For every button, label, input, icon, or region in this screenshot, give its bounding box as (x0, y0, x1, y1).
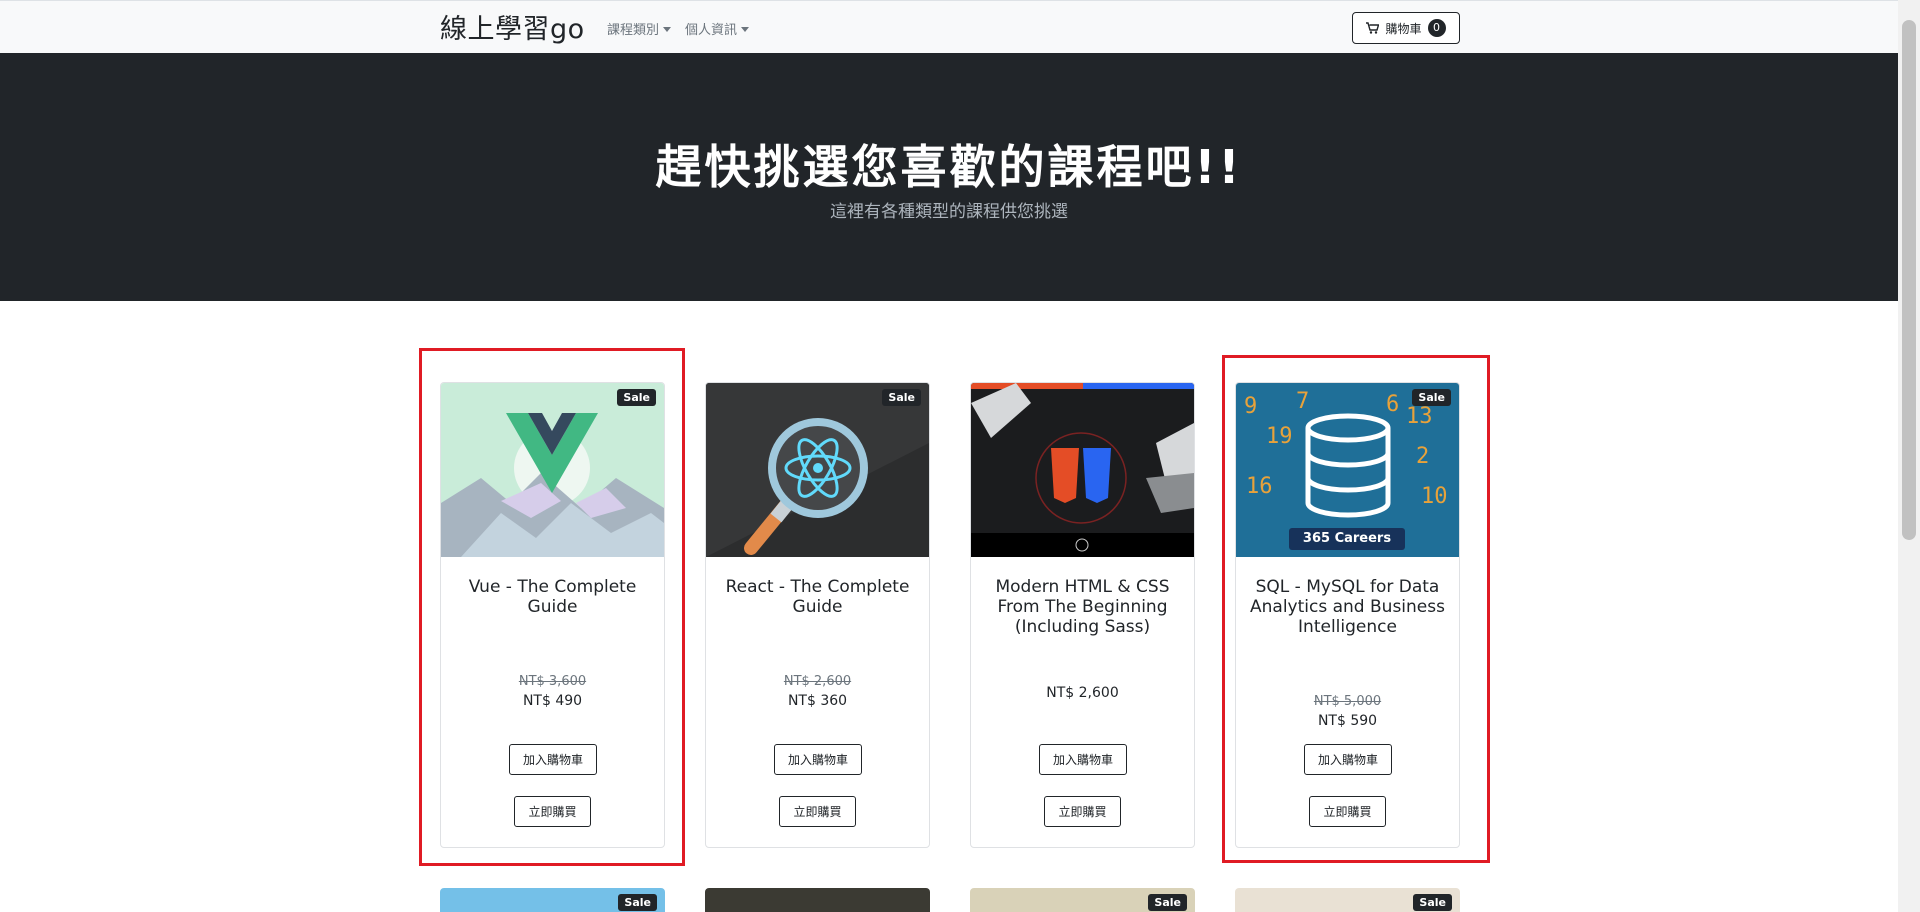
sale-badge: Sale (1413, 894, 1452, 911)
cart-count-badge: 0 (1427, 19, 1446, 37)
nav-dropdown-label: 課程類別 (607, 23, 660, 38)
chevron-down-icon (741, 27, 750, 32)
add-to-cart-button[interactable]: 加入購物車 (774, 744, 862, 775)
highlight-box (1222, 355, 1490, 863)
cart-label: 購物車 (1385, 21, 1422, 36)
hero-title: 趕快挑選您喜歡的課程吧!! (655, 140, 1243, 194)
brand-logo[interactable]: 線上學習go (440, 7, 585, 46)
course-title[interactable]: React - The Complete Guide (718, 577, 917, 617)
navbar: 線上學習go 課程類別 個人資訊 購物車 0 (0, 0, 1898, 53)
course-card-partial[interactable]: Sale (440, 888, 665, 912)
chevron-down-icon (663, 27, 672, 32)
cart-icon (1366, 22, 1380, 34)
buy-now-button[interactable]: 立即購買 (1044, 796, 1121, 827)
nav-dropdown-label: 個人資訊 (685, 23, 738, 38)
sale-price: NT$ 360 (787, 693, 848, 709)
sale-badge: Sale (618, 894, 657, 911)
highlight-box (419, 348, 685, 866)
hero-banner: 趕快挑選您喜歡的課程吧!! 這裡有各種類型的課程供您挑選 (0, 53, 1898, 301)
price: NT$ 2,600 (1046, 685, 1119, 701)
course-title[interactable]: Modern HTML & CSS From The Beginning (In… (983, 577, 1182, 637)
sale-badge: Sale (882, 389, 921, 406)
nav-dropdown-categories[interactable]: 課程類別 (607, 19, 672, 38)
nav-dropdown-profile[interactable]: 個人資訊 (685, 19, 750, 38)
course-image-html-css[interactable] (971, 383, 1194, 557)
sale-badge: Sale (1148, 894, 1187, 911)
original-price: NT$ 2,600 (783, 674, 852, 689)
buy-now-button[interactable]: 立即購買 (779, 796, 856, 827)
course-card-partial[interactable]: Sale (970, 888, 1195, 912)
course-image-react[interactable]: Sale (706, 383, 929, 557)
course-card-html-css: Modern HTML & CSS From The Beginning (In… (970, 382, 1195, 848)
course-card-react: Sale React - The Complete Guide NT$ 2,60… (705, 382, 930, 848)
course-card-partial[interactable] (705, 888, 930, 912)
cart-button[interactable]: 購物車 0 (1352, 12, 1460, 44)
course-card-partial[interactable]: Sale (1235, 888, 1460, 912)
scrollbar-thumb[interactable] (1902, 20, 1916, 540)
add-to-cart-button[interactable]: 加入購物車 (1039, 744, 1127, 775)
hero-subtitle: 這裡有各種類型的課程供您挑選 (830, 202, 1068, 222)
